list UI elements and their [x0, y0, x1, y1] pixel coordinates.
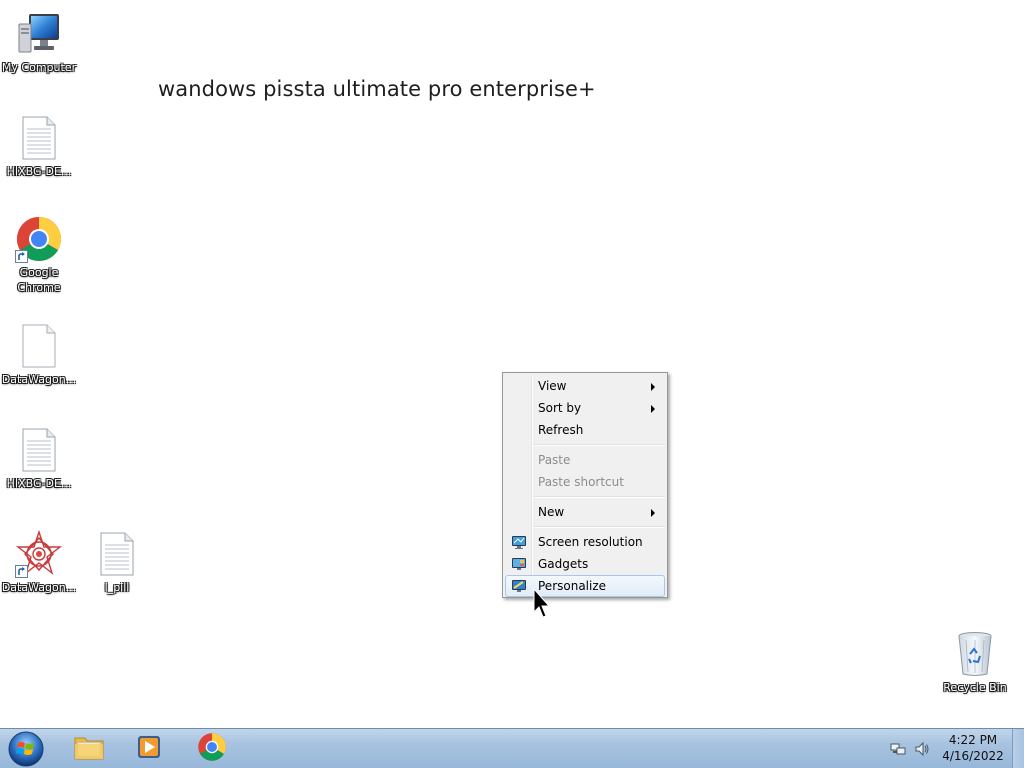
text-document-icon [93, 530, 141, 578]
taskbar-pinned-media-player[interactable] [120, 731, 178, 767]
chrome-icon [15, 215, 63, 263]
mouse-pointer-icon [533, 587, 553, 620]
menu-item-paste[interactable]: Paste [505, 449, 665, 471]
desktop-icon-label: Google Chrome [17, 266, 61, 294]
desktop-icon-hixbg-2[interactable]: HIXBG-DE... [0, 426, 79, 491]
computer-icon [15, 10, 63, 58]
start-button[interactable] [6, 730, 46, 768]
clock-date: 4/16/2022 [942, 749, 1004, 763]
taskbar: 4:22 PM 4/16/2022 [0, 728, 1024, 768]
desktop-icon-hixbg-1[interactable]: HIXBG-DE... [0, 114, 79, 179]
menu-separator [533, 444, 665, 446]
desktop-icon-l-pill[interactable]: l_pill [77, 530, 157, 595]
taskbar-pinned-chrome[interactable] [183, 731, 241, 767]
desktop-icon-label: DataWagon... [1, 373, 77, 386]
gadgets-icon [511, 556, 527, 572]
menu-item-new[interactable]: New [505, 501, 665, 523]
menu-item-label: View [538, 379, 567, 393]
menu-item-label: Sort by [538, 401, 582, 415]
folder-icon [73, 732, 105, 766]
clock-time: 4:22 PM [948, 733, 998, 747]
menu-item-label: Paste shortcut [538, 475, 624, 489]
display-icon [511, 534, 527, 550]
submenu-arrow-icon [651, 405, 655, 413]
show-desktop-button[interactable] [1012, 729, 1024, 768]
desktop-icon-google-chrome[interactable]: Google Chrome [0, 215, 79, 295]
personalize-icon [511, 578, 527, 594]
submenu-arrow-icon [651, 509, 655, 517]
blank-document-icon [15, 322, 63, 370]
desktop-icon-label: Recycle Bin [943, 681, 1007, 694]
desktop-icon-datawagon-1[interactable]: DataWagon... [0, 322, 79, 387]
desktop-icon-label: HIXBG-DE... [6, 165, 72, 178]
network-icon[interactable] [890, 741, 906, 757]
mandala-icon [15, 530, 63, 578]
menu-item-personalize[interactable]: Personalize [505, 575, 665, 597]
desktop-icon-label: l_pill [104, 581, 130, 594]
desktop-icon-datawagon-2[interactable]: DataWagon... [0, 530, 79, 595]
menu-item-refresh[interactable]: Refresh [505, 419, 665, 441]
media-player-icon [135, 733, 163, 765]
taskbar-clock[interactable]: 4:22 PM 4/16/2022 [938, 732, 1008, 764]
recycle-bin-icon [951, 630, 999, 678]
desktop-icon-my-computer[interactable]: My Computer [0, 10, 79, 75]
menu-item-label: Gadgets [538, 557, 589, 571]
menu-item-gadgets[interactable]: Gadgets [505, 553, 665, 575]
shortcut-arrow-icon [15, 250, 28, 263]
desktop[interactable]: wandows pissta ultimate pro enterprise+ [0, 0, 1024, 768]
shortcut-arrow-icon [15, 565, 28, 578]
desktop-icon-label: HIXBG-DE... [6, 477, 72, 490]
menu-item-paste-shortcut[interactable]: Paste shortcut [505, 471, 665, 493]
text-document-icon [15, 426, 63, 474]
desktop-icon-label: My Computer [1, 61, 77, 74]
menu-item-sort-by[interactable]: Sort by [505, 397, 665, 419]
menu-separator [533, 526, 665, 528]
volume-icon[interactable] [914, 741, 930, 757]
menu-item-label: Refresh [538, 423, 584, 437]
menu-item-label: Paste [538, 453, 571, 467]
taskbar-pinned-explorer[interactable] [60, 731, 118, 767]
chrome-icon [197, 732, 227, 766]
desktop-icon-recycle-bin[interactable]: Recycle Bin [935, 630, 1015, 695]
desktop-icon-label: DataWagon... [1, 581, 77, 594]
desktop-watermark-text: wandows pissta ultimate pro enterprise+ [158, 77, 596, 101]
menu-item-label: New [538, 505, 565, 519]
menu-item-view[interactable]: View [505, 375, 665, 397]
menu-item-label: Screen resolution [538, 535, 643, 549]
text-document-icon [15, 114, 63, 162]
desktop-context-menu: View Sort by Refresh Paste Paste shortcu… [502, 372, 668, 598]
menu-item-screen-resolution[interactable]: Screen resolution [505, 531, 665, 553]
submenu-arrow-icon [651, 383, 655, 391]
menu-separator [533, 496, 665, 498]
